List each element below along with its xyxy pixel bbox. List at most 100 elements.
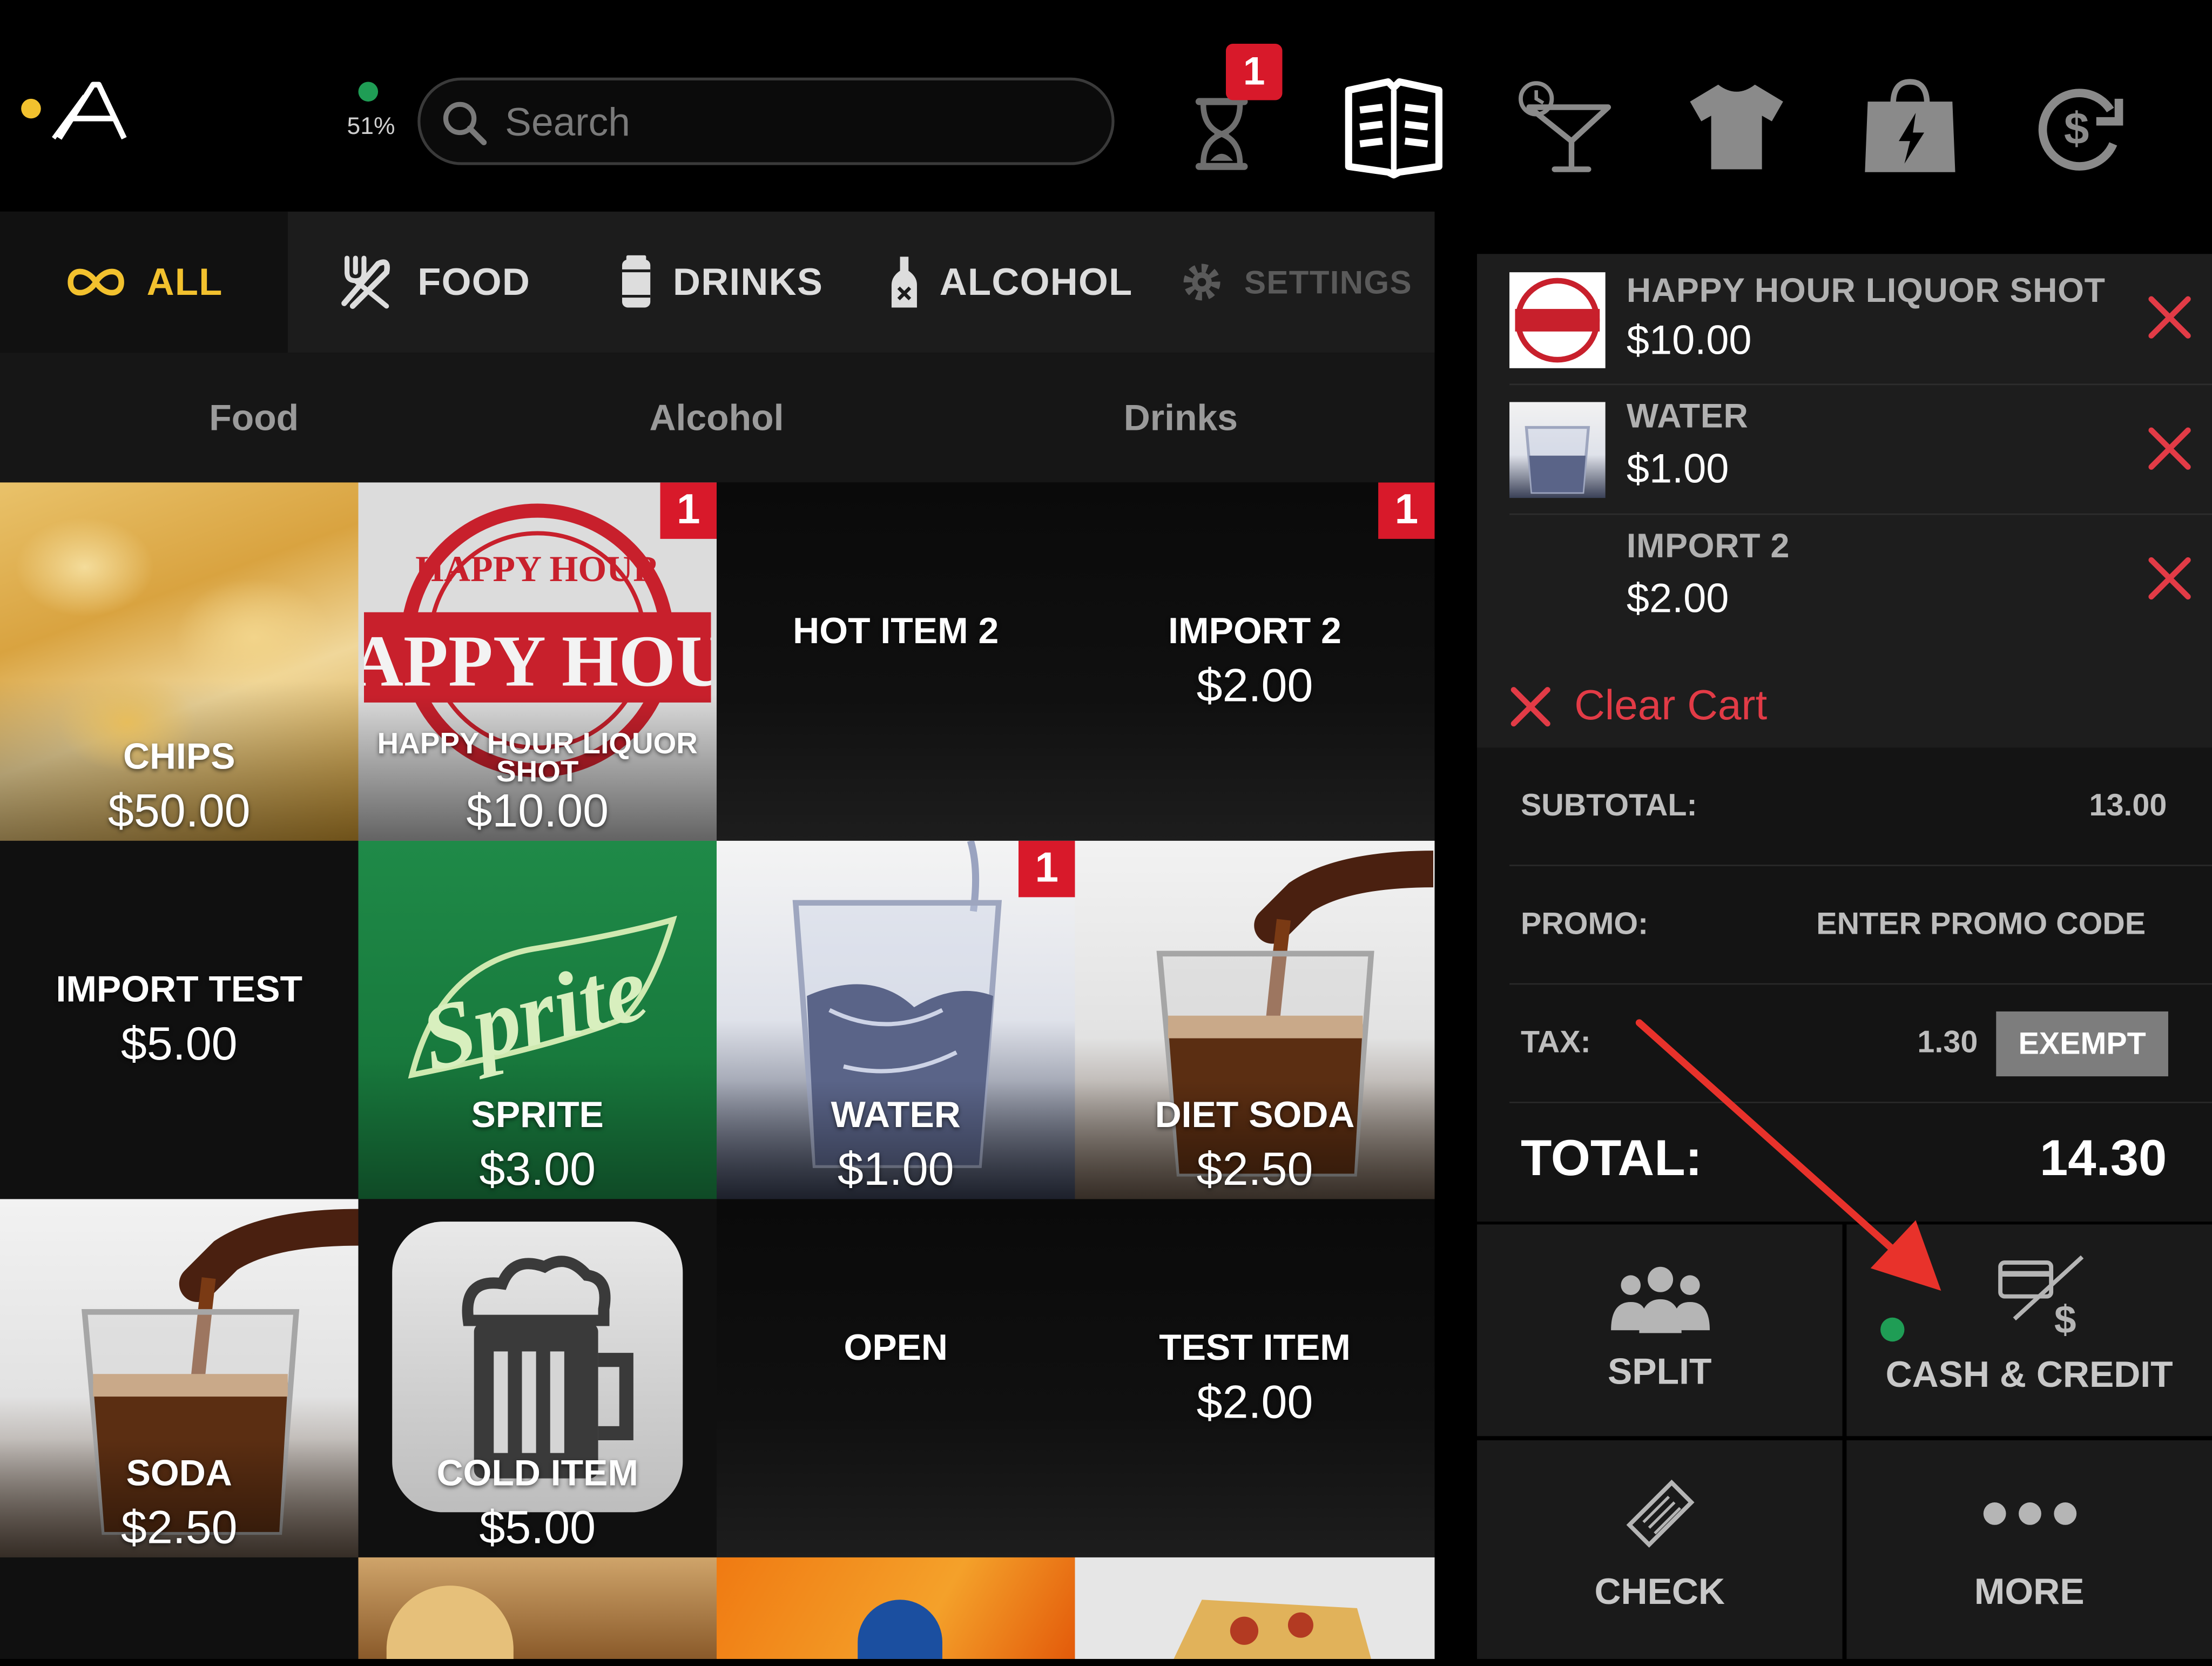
clear-cart-label: Clear Cart bbox=[1574, 683, 1768, 730]
item-tile-happy-hour-liquor-shot[interactable]: HAPPY HOUR HAPPY HOUR HAPPY HOUR LIQUOR … bbox=[358, 482, 717, 841]
item-tile-open[interactable]: OPEN bbox=[716, 1199, 1075, 1557]
more-dots-icon bbox=[1982, 1502, 2076, 1525]
item-price: $5.00 bbox=[479, 1501, 596, 1554]
fanta-image bbox=[858, 1600, 942, 1659]
item-name: DIET SODA bbox=[1155, 1093, 1355, 1136]
search-input[interactable] bbox=[502, 95, 1095, 151]
item-tile-partial-1[interactable] bbox=[0, 1557, 359, 1659]
sprite-logo: Sprite bbox=[408, 915, 677, 1091]
cart-item-name: WATER bbox=[1626, 397, 1749, 436]
promo-code-input[interactable]: ENTER PROMO CODE bbox=[1816, 906, 2146, 942]
item-tile-water[interactable]: WATER $1.00 1 bbox=[716, 840, 1075, 1199]
item-name: SODA bbox=[126, 1451, 232, 1494]
remove-item-icon[interactable] bbox=[2146, 555, 2194, 603]
tab-alcohol[interactable]: ALCOHOL bbox=[889, 212, 1133, 353]
tax-exempt-button[interactable]: EXEMPT bbox=[1996, 1011, 2168, 1077]
annotation-arrow bbox=[1635, 1019, 1941, 1291]
more-label: MORE bbox=[1974, 1570, 2085, 1613]
item-tile-chips[interactable]: CHIPS $50.00 bbox=[0, 482, 359, 841]
total-value: 14.30 bbox=[2039, 1128, 2167, 1186]
fork-knife-icon bbox=[341, 255, 390, 309]
quick-sale-button[interactable] bbox=[1862, 76, 1970, 184]
subcategory-food[interactable]: Food bbox=[21, 353, 487, 482]
item-tile-hot-item-2[interactable]: HOT ITEM 2 bbox=[716, 482, 1075, 841]
battery-percent: 51% bbox=[347, 112, 395, 140]
infinity-icon bbox=[68, 268, 124, 296]
subtotal-value: 13.00 bbox=[2089, 787, 2167, 822]
item-tile-partial-fanta[interactable] bbox=[716, 1557, 1075, 1659]
cart-item[interactable]: WATER $1.00 bbox=[1477, 384, 2212, 514]
cart-item[interactable]: IMPORT 2 $2.00 bbox=[1477, 514, 2212, 643]
merchandise-button[interactable] bbox=[1687, 79, 1795, 186]
refund-dollar-icon: $ bbox=[2038, 89, 2123, 171]
item-tile-soda[interactable]: SODA $2.50 bbox=[0, 1199, 359, 1557]
connection-dot bbox=[358, 82, 379, 102]
clear-cart-button[interactable]: Clear Cart bbox=[1509, 675, 1767, 739]
item-price: $2.50 bbox=[1196, 1142, 1313, 1195]
remove-item-icon[interactable] bbox=[2146, 424, 2194, 473]
item-tile-cold-item[interactable]: COLD ITEM $5.00 bbox=[358, 1199, 717, 1557]
check-button[interactable]: CHECK bbox=[1476, 1440, 1843, 1659]
tshirt-icon bbox=[1690, 84, 1783, 170]
tab-settings[interactable]: SETTINGS bbox=[1179, 212, 1412, 353]
item-tile-diet-soda[interactable]: DIET SODA $2.50 bbox=[1075, 840, 1435, 1199]
sprite-logo-text: Sprite bbox=[411, 936, 657, 1091]
can-icon bbox=[622, 255, 651, 308]
happy-hour-button[interactable] bbox=[1515, 79, 1623, 186]
svg-text:$: $ bbox=[2064, 103, 2089, 153]
item-tile-partial-pizza[interactable] bbox=[1075, 1557, 1435, 1659]
clear-cart-icon bbox=[1510, 687, 1550, 727]
card-reader-status-dot bbox=[1880, 1317, 1905, 1342]
item-count-badge: 1 bbox=[660, 482, 717, 539]
check-label: CHECK bbox=[1594, 1570, 1725, 1613]
ticket-icon bbox=[1626, 1479, 1694, 1548]
more-button[interactable]: MORE bbox=[1846, 1440, 2212, 1659]
item-tile-sprite[interactable]: Sprite SPRITE $3.00 bbox=[358, 840, 717, 1199]
tab-food-label: FOOD bbox=[417, 260, 531, 303]
tab-settings-label: SETTINGS bbox=[1244, 263, 1412, 300]
card-cash-icon: $ bbox=[1997, 1255, 2083, 1339]
item-tile-test-item[interactable]: TEST ITEM $2.00 bbox=[1075, 1199, 1435, 1557]
cocktail-clock-icon bbox=[1519, 81, 1611, 172]
subcategory-drinks[interactable]: Drinks bbox=[948, 353, 1413, 482]
item-name: TEST ITEM bbox=[1159, 1326, 1351, 1368]
item-price: $1.00 bbox=[837, 1142, 954, 1195]
item-tile-import-2[interactable]: IMPORT 2 $2.00 1 bbox=[1075, 482, 1435, 841]
item-name: IMPORT 2 bbox=[1168, 609, 1341, 652]
item-tile-partial-tacos[interactable] bbox=[358, 1557, 717, 1659]
refund-button[interactable]: $ bbox=[2032, 79, 2139, 186]
tab-food[interactable]: FOOD bbox=[336, 212, 530, 353]
item-price: $50.00 bbox=[107, 784, 251, 837]
tab-drinks[interactable]: DRINKS bbox=[619, 212, 824, 353]
pizza-image bbox=[1174, 1600, 1372, 1659]
item-tile-import-test[interactable]: IMPORT TEST $5.00 bbox=[0, 840, 359, 1199]
tab-all[interactable]: ALL bbox=[65, 212, 223, 353]
remove-item-icon[interactable] bbox=[2146, 293, 2194, 341]
search-icon bbox=[443, 102, 487, 146]
item-price: $2.50 bbox=[120, 1501, 238, 1554]
cart-item-name: IMPORT 2 bbox=[1626, 527, 1790, 566]
item-count-badge: 1 bbox=[1378, 482, 1435, 539]
item-name: HAPPY HOUR LIQUOR SHOT bbox=[377, 727, 698, 789]
cart-item-price: $10.00 bbox=[1626, 319, 1752, 364]
panel-divider bbox=[1434, 211, 1477, 1659]
cart-item[interactable]: HAPPY HOUR LIQUOR SHOT $10.00 bbox=[1477, 254, 2212, 383]
tab-all-label: ALL bbox=[146, 260, 223, 303]
item-price: $2.00 bbox=[1196, 658, 1313, 711]
status-dot bbox=[21, 98, 41, 119]
bag-lightning-icon bbox=[1865, 79, 1955, 172]
search-bar[interactable] bbox=[417, 77, 1115, 165]
happy-hour-main-text: HAPPY HOUR bbox=[364, 621, 711, 702]
item-price: $3.00 bbox=[479, 1142, 596, 1195]
cart-item-thumbnail bbox=[1509, 402, 1606, 498]
item-price: $10.00 bbox=[466, 784, 609, 837]
item-price: $5.00 bbox=[120, 1017, 238, 1070]
subcategory-alcohol[interactable]: Alcohol bbox=[484, 353, 949, 482]
item-count-badge: 1 bbox=[1019, 840, 1075, 898]
gear-icon bbox=[1183, 264, 1220, 301]
tax-label: TAX: bbox=[1520, 1024, 1591, 1060]
app-logo-icon[interactable] bbox=[51, 76, 133, 144]
item-name: WATER bbox=[831, 1093, 961, 1136]
tab-drinks-label: DRINKS bbox=[673, 260, 824, 303]
menu-button[interactable] bbox=[1340, 73, 1448, 181]
